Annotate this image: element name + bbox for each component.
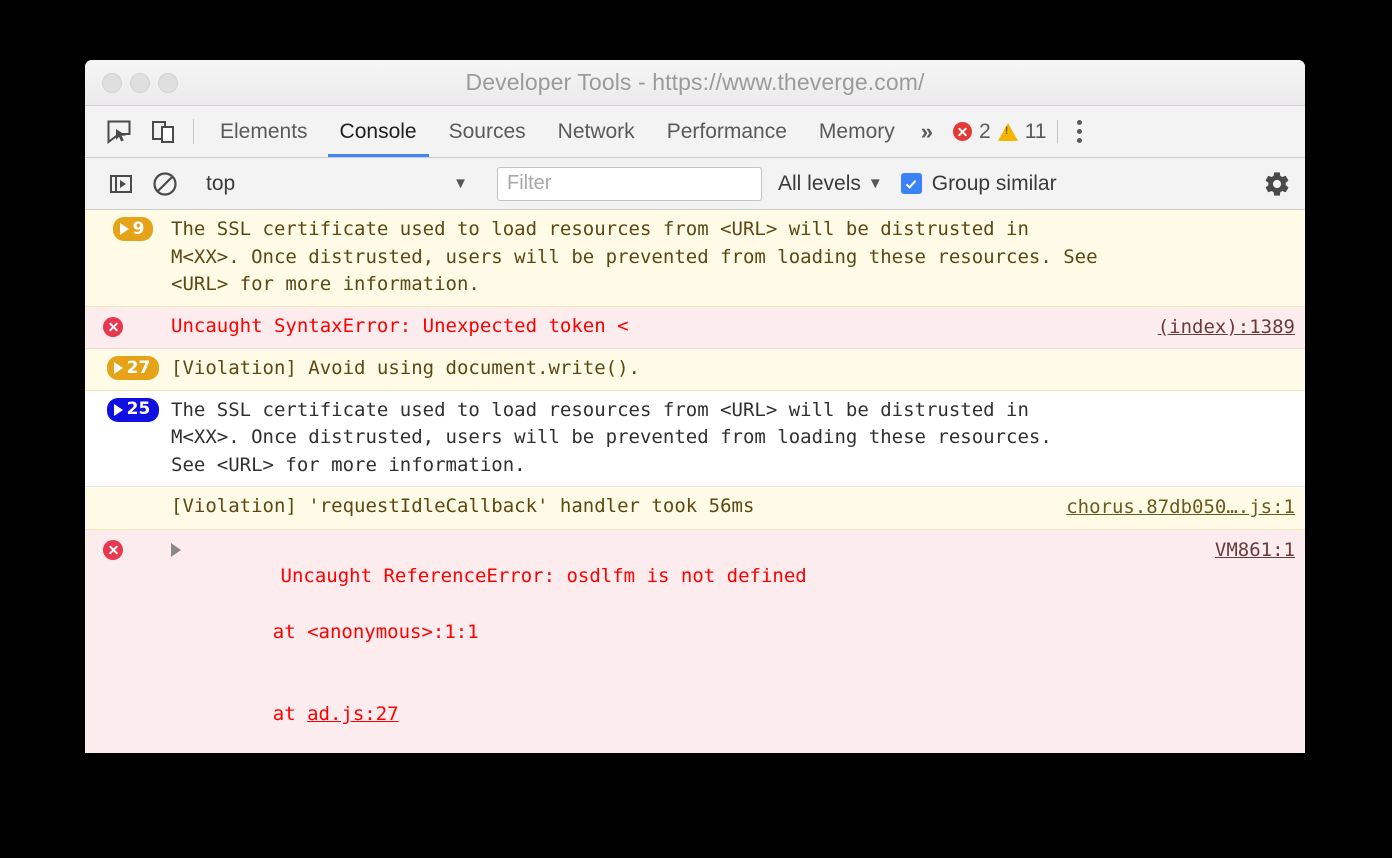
chevron-down-icon: ▼	[453, 175, 468, 192]
message-text: Uncaught SyntaxError: Unexpected token <	[171, 314, 629, 337]
tab-console[interactable]: Console	[324, 106, 433, 157]
repeat-count: 9	[132, 218, 145, 239]
tab-elements[interactable]: Elements	[204, 106, 324, 157]
repeat-count: 25	[126, 399, 151, 420]
source-link[interactable]: (index):1389	[1158, 313, 1295, 342]
tab-label: Network	[557, 119, 635, 143]
source-link[interactable]: VM861:1	[1215, 536, 1295, 565]
log-level-select[interactable]: All levels ▼	[778, 172, 883, 196]
group-similar-label: Group similar	[931, 171, 1057, 195]
expand-triangle-icon	[119, 223, 129, 235]
console-message-info[interactable]: 25 The SSL certificate used to load reso…	[85, 390, 1305, 488]
inspect-element-icon[interactable]	[97, 106, 141, 157]
expand-triangle-icon[interactable]	[171, 542, 181, 557]
console-message-error[interactable]: Uncaught SyntaxError: Unexpected token <…	[85, 306, 1305, 350]
error-circle-icon	[103, 316, 123, 337]
devtools-tab-bar: Elements Console Sources Network Perform…	[85, 106, 1305, 158]
message-text: [Violation] Avoid using document.write()…	[171, 357, 640, 380]
tab-performance[interactable]: Performance	[651, 106, 803, 157]
message-gutter: 25	[95, 397, 171, 422]
stack-frame-text: at	[227, 703, 308, 726]
message-gutter	[95, 313, 171, 337]
repeat-count-badge[interactable]: 27	[106, 356, 160, 381]
stack-frame-link[interactable]: ad.js:27	[307, 703, 399, 725]
message-text: The SSL certificate used to load resourc…	[171, 398, 1052, 476]
console-message-warning[interactable]: 9 The SSL certificate used to load resou…	[85, 210, 1305, 307]
tab-network[interactable]: Network	[542, 106, 651, 157]
filter-input[interactable]	[497, 166, 762, 201]
zoom-window-button[interactable]	[158, 72, 178, 93]
tabbar-divider	[193, 119, 194, 144]
group-similar-checkbox[interactable]: Group similar	[900, 171, 1057, 196]
tab-label: Elements	[220, 119, 308, 143]
more-tabs-icon[interactable]: »	[911, 106, 945, 157]
console-message-warning[interactable]: 27 [Violation] Avoid using document.writ…	[85, 349, 1305, 391]
tab-label: Console	[339, 119, 417, 143]
message-text: [Violation] 'requestIdleCallback' handle…	[171, 495, 755, 518]
tab-memory[interactable]: Memory	[803, 106, 911, 157]
warning-count: 11	[1024, 119, 1047, 143]
minimize-window-button[interactable]	[130, 72, 150, 93]
repeat-count-badge[interactable]: 25	[106, 397, 160, 422]
message-text: The SSL certificate used to load resourc…	[171, 218, 1098, 296]
console-message-list[interactable]: 9 The SSL certificate used to load resou…	[85, 210, 1305, 753]
expand-triangle-icon	[113, 362, 123, 375]
error-circle-icon	[953, 122, 972, 141]
log-level-value: All levels	[778, 171, 861, 195]
issue-counters[interactable]: 2 11	[945, 106, 1047, 157]
error-count: 2	[979, 119, 991, 143]
console-toolbar: top ▼ All levels ▼ Group similar	[85, 158, 1305, 210]
warning-triangle-icon	[997, 122, 1018, 141]
source-link[interactable]: chorus.87db050….js:1	[1066, 493, 1295, 522]
clear-console-icon[interactable]	[143, 170, 187, 198]
tab-label: Sources	[448, 119, 526, 143]
kebab-menu-icon[interactable]	[1058, 106, 1102, 157]
console-message-warning[interactable]: [Violation] 'requestIdleCallback' handle…	[85, 487, 1305, 530]
tab-sources[interactable]: Sources	[433, 106, 542, 157]
message-text: Uncaught ReferenceError: osdlfm is not d…	[189, 536, 1215, 753]
traffic-light-group	[85, 72, 178, 93]
console-message-error[interactable]: Uncaught ReferenceError: osdlfm is not d…	[85, 529, 1305, 753]
checkbox-checked-icon	[900, 173, 922, 194]
message-gutter: 9	[95, 216, 171, 241]
chevron-down-icon: ▼	[867, 175, 883, 192]
message-gutter: 27	[95, 355, 171, 381]
devtools-window: Developer Tools - https://www.theverge.c…	[85, 60, 1305, 753]
repeat-count-badge[interactable]: 9	[112, 217, 154, 241]
window-title: Developer Tools - https://www.theverge.c…	[465, 69, 925, 95]
error-title: Uncaught ReferenceError: osdlfm is not d…	[280, 565, 807, 588]
execution-context-value: top	[206, 171, 236, 195]
stack-frame-text: at <anonymous>:1:1	[227, 620, 479, 643]
error-circle-icon	[103, 539, 123, 560]
device-toolbar-icon[interactable]	[141, 106, 185, 157]
tab-label: Memory	[818, 119, 895, 143]
message-gutter	[95, 536, 171, 560]
execution-context-select[interactable]: top ▼	[206, 172, 478, 196]
gear-icon[interactable]	[1263, 170, 1291, 198]
expand-triangle-icon	[113, 403, 123, 416]
title-bar: Developer Tools - https://www.theverge.c…	[85, 60, 1305, 106]
close-window-button[interactable]	[102, 72, 122, 93]
stack-frame: at ad.js:27	[189, 701, 1201, 729]
tab-label: Performance	[666, 119, 787, 143]
message-gutter	[95, 493, 171, 494]
stack-frame: at <anonymous>:1:1	[189, 619, 1201, 647]
console-sidebar-icon[interactable]	[99, 171, 143, 197]
repeat-count: 27	[126, 357, 151, 378]
